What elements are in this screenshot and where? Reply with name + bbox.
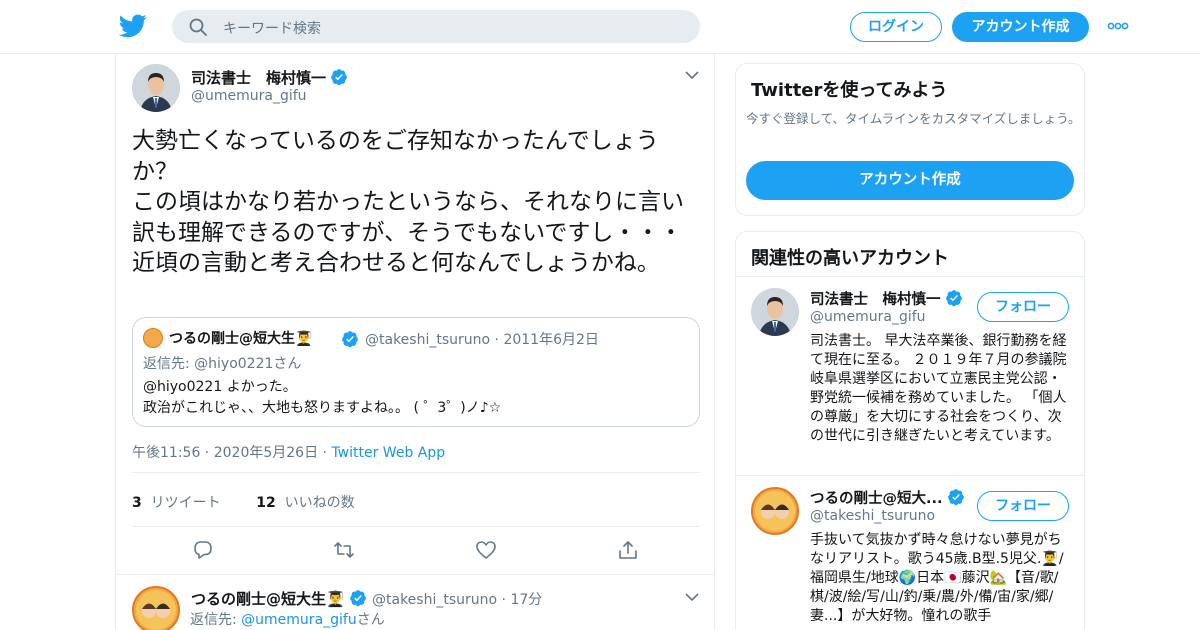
tweet-date[interactable]: 2020年5月26日 [214, 445, 318, 461]
divider [132, 472, 700, 473]
related-account-bio: 手抜いて気抜かず時々怠けない夢見がちなリアリスト。歌う45歳.B型.5児父.👨‍… [810, 532, 1064, 624]
verified-badge-icon [342, 331, 358, 348]
account-name-text: つるの剛士@短大... [810, 491, 943, 507]
quoted-body-line: @hiyo0221 よかった。 [143, 379, 297, 395]
cartoon-couple-avatar-icon [136, 590, 176, 630]
verified-badge-icon [331, 69, 347, 86]
quoted-author-name: つるの剛士@短大生👨‍🎓 [169, 331, 313, 347]
more-icon[interactable] [1107, 22, 1129, 30]
login-button[interactable]: ログイン [850, 12, 942, 42]
quoted-reply-to: 返信先: @hiyo0221さん [143, 356, 302, 372]
share-icon[interactable] [617, 539, 639, 561]
top-navigation-bar: キーワード検索 ログイン アカウント作成 [0, 0, 1200, 54]
related-account-handle[interactable]: @umemura_gifu [810, 309, 926, 325]
quoted-author-handle: @takeshi_tsuruno · 2011年6月2日 [365, 332, 599, 348]
divider [116, 574, 714, 575]
search-box[interactable]: キーワード検索 [172, 10, 700, 43]
related-accounts-card: 関連性の高いアカウント 司法書士 梅村慎一 @umemura_gifu フォロー… [735, 231, 1085, 630]
divider [132, 526, 700, 527]
search-placeholder[interactable]: キーワード検索 [223, 18, 321, 38]
avatar[interactable] [132, 64, 180, 112]
signup-card-subtitle: 今すぐ登録して、タイムラインをカスタマイズしましょう。 [746, 111, 1081, 126]
like-stat[interactable]: 12 いいねの数 [256, 495, 354, 511]
signup-card: Twitterを使ってみよう 今すぐ登録して、タイムラインをカスタマイズしましょ… [735, 63, 1085, 216]
reply-author-name[interactable]: つるの剛士@短大生👨‍🎓 [191, 588, 367, 609]
related-accounts-title: 関連性の高いアカウント [751, 248, 949, 269]
signup-button[interactable]: アカウント作成 [952, 12, 1089, 42]
quoted-avatar [143, 328, 163, 348]
retweet-stat[interactable]: 3 リツイート [132, 495, 221, 511]
tweet-time[interactable]: 午後11:56 [132, 445, 200, 461]
avatar[interactable] [751, 487, 799, 535]
chevron-down-icon[interactable] [685, 592, 699, 602]
signup-card-title: Twitterを使ってみよう [751, 80, 948, 101]
tweet-stats: 3 リツイート 12 いいねの数 [132, 492, 355, 512]
follow-button[interactable]: フォロー [977, 491, 1069, 521]
follow-button[interactable]: フォロー [977, 292, 1069, 322]
man-portrait-icon [132, 64, 180, 112]
tweet-author-handle[interactable]: @umemura_gifu [191, 88, 307, 104]
create-account-button[interactable]: アカウント作成 [746, 161, 1074, 200]
related-account-name[interactable]: 司法書士 梅村慎一 [810, 288, 963, 309]
tweet-meta: 午後11:56 · 2020年5月26日 · Twitter Web App [132, 445, 446, 461]
tweet-column: 司法書士 梅村慎一 @umemura_gifu 大勢亡くなっているのをご存知なか… [115, 54, 715, 630]
cartoon-couple-avatar-icon [755, 491, 795, 531]
quoted-date: 2011年6月2日 [503, 332, 599, 348]
verified-badge-icon [945, 290, 962, 307]
quoted-body-line: 政治がこれじゃ、、大地も怒りますよね。。 ( ゜3゜)ノ♪☆ [143, 400, 502, 416]
related-account-bio: 司法書士。 早大法卒業後、銀行勤務を経て現在に至る。 ２０１９年７月の参議院岐阜… [810, 333, 1067, 444]
quoted-tweet[interactable]: つるの剛士@短大生👨‍🎓 @takeshi_tsuruno · 2011年6月2… [132, 317, 700, 427]
avatar[interactable] [132, 586, 180, 630]
reply-to-line: 返信先: @umemura_gifuさん [190, 612, 385, 628]
tweet-source-link[interactable]: Twitter Web App [331, 445, 445, 461]
heart-icon[interactable] [475, 539, 497, 561]
related-account-handle[interactable]: @takeshi_tsuruno [810, 508, 935, 524]
reply-to-handle-link[interactable]: @umemura_gifu [241, 612, 357, 628]
retweet-icon[interactable] [333, 539, 355, 561]
tweet-author-name[interactable]: 司法書士 梅村慎一 [191, 67, 348, 88]
quoted-body: @hiyo0221 よかった。 政治がこれじゃ、、大地も怒りますよね。。 ( ゜… [143, 377, 501, 419]
reply-author-handle[interactable]: @takeshi_tsuruno · 17分 [372, 589, 542, 609]
reply-icon[interactable] [192, 539, 214, 561]
reply-time: 17分 [510, 592, 543, 608]
related-account-name[interactable]: つるの剛士@短大... [810, 487, 965, 508]
divider [736, 276, 1084, 277]
twitter-bird-icon[interactable] [119, 13, 147, 39]
man-portrait-icon [751, 288, 799, 336]
avatar[interactable] [751, 288, 799, 336]
tweet-text: 大勢亡くなっているのをご存知なかったんでしょうか？ この頃はかなり若かったという… [132, 128, 684, 276]
verified-badge-icon [947, 489, 964, 506]
divider [736, 475, 1084, 476]
search-icon [189, 18, 207, 36]
account-name-text: 司法書士 梅村慎一 [810, 292, 941, 308]
author-name-text: つるの剛士@短大生👨‍🎓 [191, 590, 345, 608]
verified-badge-icon [349, 590, 366, 607]
author-name-text: 司法書士 梅村慎一 [191, 69, 327, 87]
chevron-down-icon[interactable] [685, 70, 699, 80]
